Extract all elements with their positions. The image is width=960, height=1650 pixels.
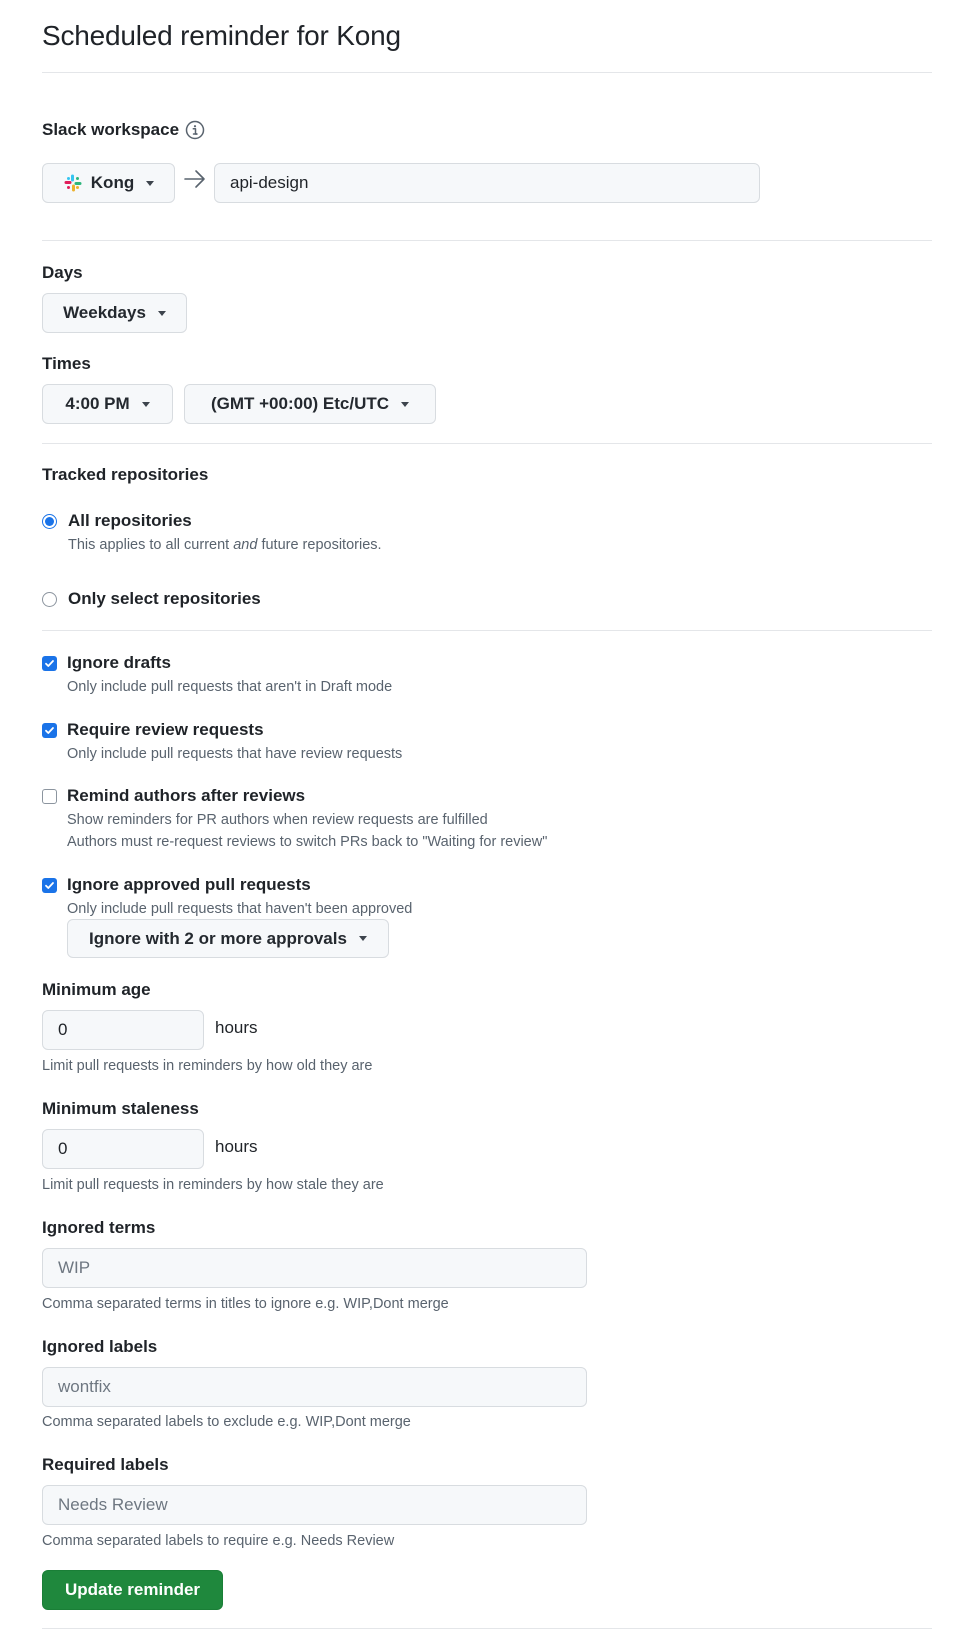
- radio-description: This applies to all current and future r…: [68, 537, 382, 553]
- option-ignore-drafts[interactable]: Ignore drafts: [42, 653, 171, 673]
- time-dropdown[interactable]: 4:00 PM: [42, 384, 173, 424]
- slack-workspace-label-row: Slack workspace: [42, 120, 205, 140]
- minimum-age-label: Minimum age: [42, 980, 151, 999]
- chevron-down-icon: [141, 401, 150, 407]
- option-remind-authors-after-reviews[interactable]: Remind authors after reviews: [42, 786, 305, 806]
- minimum-age-help: Limit pull requests in reminders by how …: [42, 1058, 373, 1074]
- divider: [42, 240, 932, 241]
- check-icon: [45, 659, 54, 667]
- minimum-staleness-input[interactable]: [42, 1129, 204, 1169]
- times-label: Times: [42, 354, 91, 373]
- approvals-dropdown[interactable]: Ignore with 2 or more approvals: [67, 919, 389, 958]
- radio-label: All repositories: [68, 511, 192, 530]
- divider: [42, 443, 932, 444]
- ignored-terms-label: Ignored terms: [42, 1218, 156, 1237]
- option-label: Ignore approved pull requests: [67, 875, 311, 894]
- minimum-staleness-units: hours: [215, 1137, 258, 1156]
- option-description: Only include pull requests that aren't i…: [67, 679, 393, 695]
- option-label: Remind authors after reviews: [67, 786, 306, 805]
- divider: [42, 630, 932, 631]
- radio-button[interactable]: [42, 591, 57, 607]
- ignored-labels-label: Ignored labels: [42, 1337, 158, 1356]
- checkbox-checked[interactable]: [42, 722, 57, 738]
- info-icon[interactable]: [185, 120, 205, 140]
- ignored-terms-input[interactable]: [42, 1248, 587, 1288]
- required-labels-input[interactable]: [42, 1485, 587, 1525]
- minimum-staleness-label: Minimum staleness: [42, 1099, 199, 1118]
- chevron-down-icon: [358, 936, 367, 941]
- check-icon: [45, 726, 54, 734]
- option-label: Require review requests: [67, 720, 264, 739]
- timezone-selected: (GMT +00:00) Etc/UTC: [210, 394, 390, 413]
- required-labels-help: Comma separated labels to require e.g. N…: [42, 1533, 395, 1549]
- timezone-dropdown[interactable]: (GMT +00:00) Etc/UTC: [184, 384, 436, 424]
- checkbox-checked[interactable]: [42, 877, 57, 893]
- chevron-down-icon: [157, 310, 166, 316]
- option-ignore-approved-pull-requests[interactable]: Ignore approved pull requests: [42, 875, 311, 895]
- option-description: Only include pull requests that haven't …: [67, 901, 413, 917]
- ignored-terms-help: Comma separated terms in titles to ignor…: [42, 1296, 449, 1312]
- radio-only-select-repositories[interactable]: Only select repositories: [42, 589, 261, 609]
- slack-workspace-dropdown[interactable]: Kong: [42, 163, 175, 203]
- arrow-right-icon: [182, 166, 208, 197]
- checkbox-unchecked[interactable]: [42, 788, 57, 804]
- option-description: Only include pull requests that have rev…: [67, 746, 403, 762]
- required-labels-label: Required labels: [42, 1455, 169, 1474]
- divider: [42, 72, 932, 73]
- radio-label: Only select repositories: [68, 589, 261, 608]
- option-description: Authors must re-request reviews to switc…: [67, 834, 548, 850]
- ignored-labels-help: Comma separated labels to exclude e.g. W…: [42, 1414, 411, 1430]
- checkbox-checked[interactable]: [42, 655, 57, 671]
- slack-workspace-name: Kong: [90, 173, 135, 192]
- tracked-repositories-label: Tracked repositories: [42, 465, 209, 484]
- radio-all-repositories[interactable]: All repositories: [42, 511, 192, 531]
- divider: [42, 1628, 932, 1629]
- chevron-down-icon: [401, 401, 410, 407]
- slack-channel-input[interactable]: [214, 163, 760, 203]
- time-selected: 4:00 PM: [65, 394, 130, 413]
- slack-workspace-label: Slack workspace: [42, 120, 180, 139]
- desc-text: future repositories.: [257, 537, 382, 553]
- option-label: Ignore drafts: [67, 653, 171, 672]
- minimum-staleness-help: Limit pull requests in reminders by how …: [42, 1177, 384, 1193]
- ignored-labels-input[interactable]: [42, 1367, 587, 1407]
- option-description: Show reminders for PR authors when revie…: [67, 812, 488, 828]
- update-reminder-button[interactable]: Update reminder: [42, 1570, 223, 1610]
- desc-text: This applies to all current: [68, 537, 234, 553]
- approvals-selected: Ignore with 2 or more approvals: [89, 928, 347, 948]
- desc-emphasis: and: [233, 537, 258, 553]
- option-require-review-requests[interactable]: Require review requests: [42, 720, 264, 740]
- chevron-down-icon: [146, 180, 155, 186]
- days-selected: Weekdays: [63, 303, 146, 322]
- days-dropdown[interactable]: Weekdays: [42, 293, 187, 333]
- check-icon: [45, 881, 54, 889]
- minimum-age-units: hours: [215, 1018, 258, 1037]
- days-label: Days: [42, 263, 83, 282]
- page-title: Scheduled reminder for Kong: [42, 20, 401, 51]
- minimum-age-input[interactable]: [42, 1010, 204, 1050]
- slack-logo-icon: [63, 173, 83, 193]
- radio-button-selected[interactable]: [42, 513, 57, 529]
